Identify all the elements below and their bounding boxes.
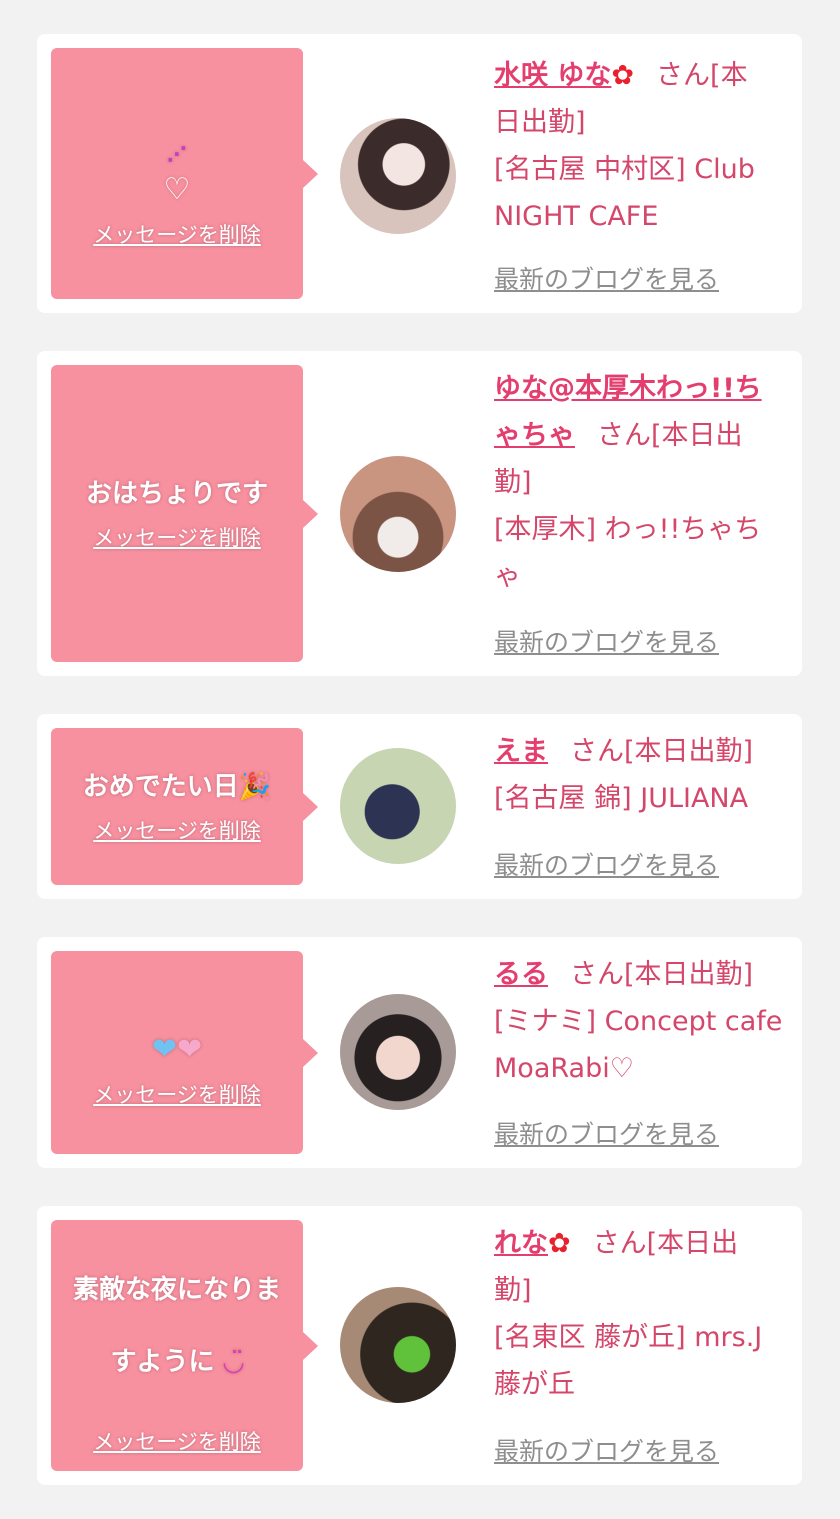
- blue-heart-icon: ❤: [151, 1032, 177, 1067]
- shop-text: MoaRabi♡: [494, 1053, 634, 1084]
- party-popper-icon: 🎉: [238, 771, 272, 802]
- delete-message-link[interactable]: メッセージを削除: [93, 522, 261, 552]
- girl-name-link[interactable]: ゆな@本厚木わっ!!ち: [494, 373, 762, 404]
- blog-link[interactable]: 最新のブログを見る: [494, 846, 719, 882]
- message-text: ❤❤: [152, 996, 202, 1069]
- avatar[interactable]: [340, 118, 456, 234]
- status-text: 勤]: [494, 467, 532, 498]
- white-heart-icon: ♡: [163, 171, 191, 207]
- message-card: ❤❤ メッセージを削除 るる さん[本日出勤] [ミナミ] Concept caf…: [37, 937, 802, 1168]
- blog-link[interactable]: 最新のブログを見る: [494, 260, 719, 296]
- status-text: 勤]: [494, 1275, 532, 1306]
- blog-link[interactable]: 最新のブログを見る: [494, 1432, 719, 1468]
- shop-text: [ミナミ] Concept cafe: [494, 1006, 783, 1037]
- status-text: さん[本日出勤]: [570, 736, 754, 767]
- message-bubble: ⋰ ♡ メッセージを削除: [51, 48, 318, 299]
- girl-info: ゆな@本厚木わっ!!ち ゃちゃ さん[本日出 勤] [本厚木] わっ!!ちゃち ゃ: [494, 365, 786, 600]
- message-bubble: おめでたい日🎉 メッセージを削除: [51, 728, 318, 885]
- girl-info: 水咲 ゆな✿ さん[本 日出勤] [名古屋 中村区] Club NIGHT CAF…: [494, 52, 786, 240]
- message-text: おはちょりです: [85, 478, 268, 509]
- shop-text: NIGHT CAFE: [494, 201, 659, 232]
- flower-icon: ✿: [548, 1228, 571, 1259]
- delete-message-link[interactable]: メッセージを削除: [93, 219, 261, 249]
- shop-text: [名古屋 中村区] Club: [494, 154, 755, 185]
- status-text: さん[本日出: [592, 1228, 739, 1259]
- status-text: 日出勤]: [494, 107, 586, 138]
- avatar[interactable]: [340, 1287, 456, 1403]
- girl-info: えま さん[本日出勤] [名古屋 錦] JULIANA: [494, 728, 786, 822]
- delete-message-link[interactable]: メッセージを削除: [93, 1079, 261, 1109]
- pink-heart-icon: ❤: [177, 1032, 203, 1067]
- girl-name-link[interactable]: れな✿: [494, 1228, 571, 1259]
- message-bubble: 素敵な夜になりま すように ◡̈ メッセージを削除: [51, 1220, 318, 1471]
- girl-name-link[interactable]: 水咲 ゆな✿: [494, 60, 634, 91]
- message-bubble: おはちょりです メッセージを削除: [51, 365, 318, 662]
- delete-message-link[interactable]: メッセージを削除: [93, 815, 261, 845]
- message-card: ⋰ ♡ メッセージを削除 水咲 ゆな✿ さん[本 日出勤] [名古屋 中村区] C…: [37, 34, 802, 313]
- blog-link[interactable]: 最新のブログを見る: [494, 1115, 719, 1151]
- shop-text: [名東区 藤が丘] mrs.J: [494, 1322, 763, 1353]
- smile-icon: ◡̈: [223, 1346, 244, 1377]
- blog-link[interactable]: 最新のブログを見る: [494, 623, 719, 659]
- status-text: さん[本日出勤]: [570, 959, 754, 990]
- status-text: さん[本: [656, 60, 748, 91]
- avatar[interactable]: [340, 748, 456, 864]
- girl-info: るる さん[本日出勤] [ミナミ] Concept cafe MoaRabi♡: [494, 951, 786, 1092]
- avatar[interactable]: [340, 456, 456, 572]
- girl-name-link[interactable]: えま: [494, 736, 548, 767]
- status-text: さん[本日出: [597, 420, 743, 451]
- shop-text: 藤が丘: [494, 1369, 575, 1400]
- sparkle-icon: ⋰: [167, 141, 187, 166]
- girl-info: れな✿ さん[本日出 勤] [名東区 藤が丘] mrs.J 藤が丘: [494, 1220, 786, 1408]
- girl-name-link[interactable]: ゃちゃ: [494, 420, 575, 451]
- shop-text: [本厚木] わっ!!ちゃち: [494, 514, 762, 545]
- message-text: おめでたい日🎉: [82, 771, 272, 802]
- girl-name-link[interactable]: るる: [494, 959, 548, 990]
- message-card: おはちょりです メッセージを削除 ゆな@本厚木わっ!!ち ゃちゃ さん[本日出 勤…: [37, 351, 802, 676]
- message-text: ⋰ ♡: [164, 99, 191, 209]
- avatar[interactable]: [340, 994, 456, 1110]
- delete-message-link[interactable]: メッセージを削除: [93, 1426, 261, 1456]
- message-list: ⋰ ♡ メッセージを削除 水咲 ゆな✿ さん[本 日出勤] [名古屋 中村区] C…: [0, 0, 840, 1519]
- message-card: おめでたい日🎉 メッセージを削除 えま さん[本日出勤] [名古屋 錦] JULI…: [37, 714, 802, 899]
- flower-icon: ✿: [611, 60, 635, 91]
- message-text: 素敵な夜になりま すように ◡̈: [72, 1274, 281, 1377]
- message-bubble: ❤❤ メッセージを削除: [51, 951, 318, 1154]
- shop-text: ゃ: [494, 561, 521, 592]
- shop-text: [名古屋 錦] JULIANA: [494, 783, 749, 814]
- message-card: 素敵な夜になりま すように ◡̈ メッセージを削除 れな✿ さん[本日出 勤] […: [37, 1206, 802, 1485]
